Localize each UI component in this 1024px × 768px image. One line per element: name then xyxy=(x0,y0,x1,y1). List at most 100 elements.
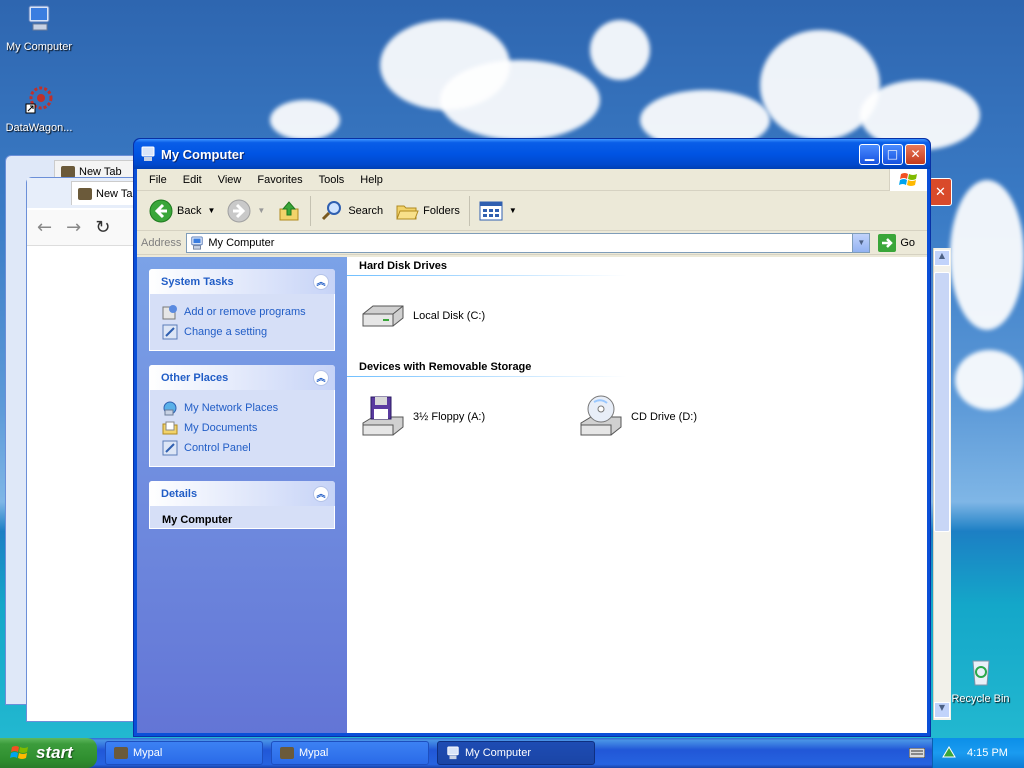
mypal-icon xyxy=(61,165,75,178)
details-header[interactable]: Details ︽ xyxy=(149,481,335,506)
toolbar-separator xyxy=(468,195,470,226)
collapse-chevron-icon[interactable]: ︽ xyxy=(313,369,329,386)
browser-tab-label: New Ta xyxy=(96,187,133,200)
hard-disk-icon xyxy=(362,305,404,327)
desktop-icon-datawagon[interactable]: DataWagon... xyxy=(0,84,79,134)
back-button[interactable]: Back ▼ xyxy=(143,195,221,227)
keyboard-icon[interactable] xyxy=(902,738,932,768)
scroll-up-icon[interactable]: ▲ xyxy=(934,250,950,266)
control-panel-icon xyxy=(162,440,178,456)
views-icon xyxy=(479,201,503,220)
collapse-chevron-icon[interactable]: ︽ xyxy=(313,273,329,290)
cloud xyxy=(955,350,1024,410)
folder-icon xyxy=(396,205,419,219)
title-bar[interactable]: My Computer ▁ □ ✕ xyxy=(134,139,930,169)
details-name: My Computer xyxy=(162,514,233,526)
back-arrow-icon xyxy=(149,199,173,222)
menu-help[interactable]: Help xyxy=(352,174,391,186)
taskbar-button-mypal-1[interactable]: Mypal xyxy=(105,741,263,765)
control-panel-link[interactable]: Control Panel xyxy=(162,438,324,458)
cloud xyxy=(270,100,340,140)
desktop-icon-label: My Computer xyxy=(5,41,73,53)
folders-button[interactable]: Folders xyxy=(389,195,466,227)
my-computer-icon xyxy=(28,5,50,31)
cloud xyxy=(950,180,1024,330)
link-label: Add or remove programs xyxy=(184,306,306,318)
taskbar-button-my-computer[interactable]: My Computer xyxy=(437,741,595,765)
taskbar: start Mypal Mypal My Computer 4:15 PM xyxy=(0,738,1024,768)
my-computer-icon xyxy=(191,235,204,250)
search-label: Search xyxy=(348,204,384,217)
chevron-down-icon[interactable]: ▼ xyxy=(257,206,265,215)
menu-view[interactable]: View xyxy=(210,174,250,186)
forward-button[interactable]: ▼ xyxy=(221,195,271,227)
clock[interactable]: 4:15 PM xyxy=(967,747,1008,759)
my-network-places-link[interactable]: My Network Places xyxy=(162,398,324,418)
hard-disk-drives-list: Local Disk (C:) xyxy=(359,276,927,358)
cd-drive-d[interactable]: CD Drive (D:) xyxy=(577,393,795,441)
scroll-thumb[interactable] xyxy=(934,272,950,532)
forward-arrow-icon xyxy=(227,199,251,222)
system-tasks-header[interactable]: System Tasks ︽ xyxy=(149,269,335,294)
link-label: My Documents xyxy=(184,422,258,434)
add-remove-programs-link[interactable]: Add or remove programs xyxy=(162,302,324,322)
browser-reload-icon[interactable]: ↻ xyxy=(95,217,110,238)
menu-favorites[interactable]: Favorites xyxy=(249,174,310,186)
windows-logo-icon xyxy=(889,169,927,191)
close-button[interactable]: ✕ xyxy=(905,143,926,165)
address-input[interactable]: My Computer ▼ xyxy=(186,232,871,253)
browser-forward-icon[interactable]: → xyxy=(66,217,81,238)
removable-storage-heading: Devices with Removable Storage xyxy=(359,361,532,373)
background-scrollbar[interactable]: ▲ ▼ xyxy=(933,248,951,720)
up-folder-button[interactable] xyxy=(271,195,307,227)
other-places-header[interactable]: Other Places ︽ xyxy=(149,365,335,390)
desktop-icon-my-computer[interactable]: My Computer xyxy=(0,3,79,53)
my-documents-link[interactable]: My Documents xyxy=(162,418,324,438)
link-label: Control Panel xyxy=(184,442,251,454)
up-folder-icon xyxy=(279,200,299,220)
start-button[interactable]: start xyxy=(0,738,97,768)
background-close-button[interactable]: ✕ xyxy=(929,178,952,206)
panel-title: Other Places xyxy=(161,371,229,384)
system-tray: 4:15 PM xyxy=(932,738,1024,768)
menu-file[interactable]: File xyxy=(141,174,175,186)
views-button[interactable]: ▼ xyxy=(473,195,523,227)
menu-edit[interactable]: Edit xyxy=(175,174,210,186)
floppy-a[interactable]: 3½ Floppy (A:) xyxy=(359,393,577,441)
task-pane: System Tasks ︽ Add or remove programs Ch… xyxy=(137,257,347,733)
explorer-body: System Tasks ︽ Add or remove programs Ch… xyxy=(137,257,927,733)
taskbar-button-mypal-2[interactable]: Mypal xyxy=(271,741,429,765)
address-dropdown-button[interactable]: ▼ xyxy=(852,233,870,252)
maximize-button[interactable]: □ xyxy=(882,143,903,165)
local-disk-c[interactable]: Local Disk (C:) xyxy=(359,292,577,340)
change-setting-link[interactable]: Change a setting xyxy=(162,322,324,342)
link-label: My Network Places xyxy=(184,402,279,414)
search-icon xyxy=(322,200,342,220)
recycle-bin-icon xyxy=(971,660,990,686)
datawagon-icon xyxy=(25,86,53,114)
other-places-panel: Other Places ︽ My Network Places My Docu… xyxy=(149,365,335,467)
panel-title: System Tasks xyxy=(161,275,234,288)
minimize-button[interactable]: ▁ xyxy=(859,143,880,165)
tray-app-icon[interactable] xyxy=(941,745,957,761)
collapse-chevron-icon[interactable]: ︽ xyxy=(313,485,329,502)
menu-tools[interactable]: Tools xyxy=(311,174,353,186)
folders-label: Folders xyxy=(423,204,460,217)
scroll-down-icon[interactable]: ▼ xyxy=(934,702,950,718)
address-label: Address xyxy=(141,236,182,249)
my-documents-icon xyxy=(162,421,178,435)
panel-title: Details xyxy=(161,487,198,500)
chevron-down-icon[interactable]: ▼ xyxy=(509,206,517,215)
windows-logo-icon xyxy=(10,746,28,759)
browser-back-icon[interactable]: ← xyxy=(37,217,52,238)
go-label: Go xyxy=(900,236,915,249)
go-button[interactable]: Go xyxy=(874,233,923,252)
toolbar-separator xyxy=(310,195,312,226)
drive-label: 3½ Floppy (A:) xyxy=(413,411,486,423)
explorer-window[interactable]: My Computer ▁ □ ✕ File Edit View Favorit… xyxy=(133,138,931,737)
hard-disk-drives-heading: Hard Disk Drives xyxy=(359,260,448,272)
content-pane: Hard Disk Drives Local Disk (C:) Devices… xyxy=(347,257,927,733)
cd-drive-icon xyxy=(580,395,622,436)
chevron-down-icon[interactable]: ▼ xyxy=(207,206,215,215)
search-button[interactable]: Search xyxy=(314,195,389,227)
